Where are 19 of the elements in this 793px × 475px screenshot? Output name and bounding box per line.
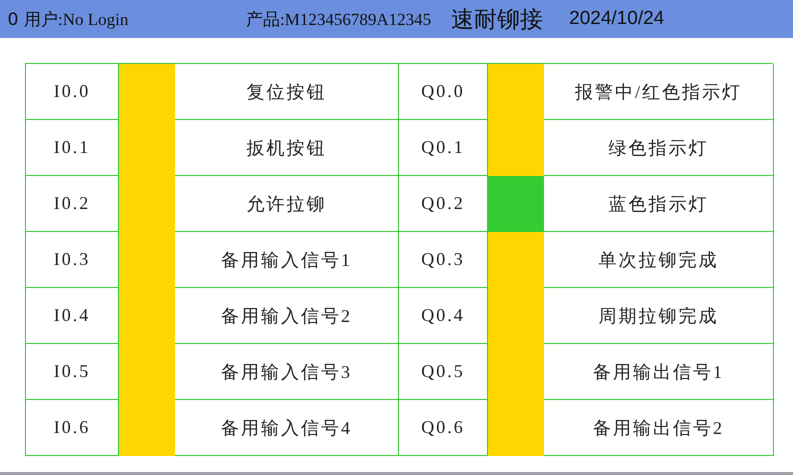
output-label: 备用输出信号2 xyxy=(544,400,774,456)
input-label: 扳机按钮 xyxy=(175,120,399,176)
input-label: 备用输入信号2 xyxy=(175,288,399,344)
product-label: 产品:M123456789A12345 xyxy=(246,8,432,30)
input-label: 备用输入信号1 xyxy=(175,232,399,288)
output-label: 周期拉铆完成 xyxy=(544,288,774,344)
date-label: 2024/10/24 xyxy=(569,8,664,30)
output-label: 报警中/红色指示灯 xyxy=(544,64,774,120)
output-label: 绿色指示灯 xyxy=(544,120,774,176)
output-label: 备用输出信号1 xyxy=(544,344,774,400)
input-label: 备用输入信号3 xyxy=(175,344,399,400)
input-label: 复位按钮 xyxy=(175,64,399,120)
user-id: 0 xyxy=(8,8,18,30)
output-label: 蓝色指示灯 xyxy=(544,176,774,232)
input-label: 备用输入信号4 xyxy=(175,400,399,456)
page-title: 速耐铆接 xyxy=(451,6,544,34)
user-label: 用户:No Login xyxy=(24,8,130,30)
output-label: 单次拉铆完成 xyxy=(544,232,774,288)
input-label: 允许拉铆 xyxy=(175,176,399,232)
